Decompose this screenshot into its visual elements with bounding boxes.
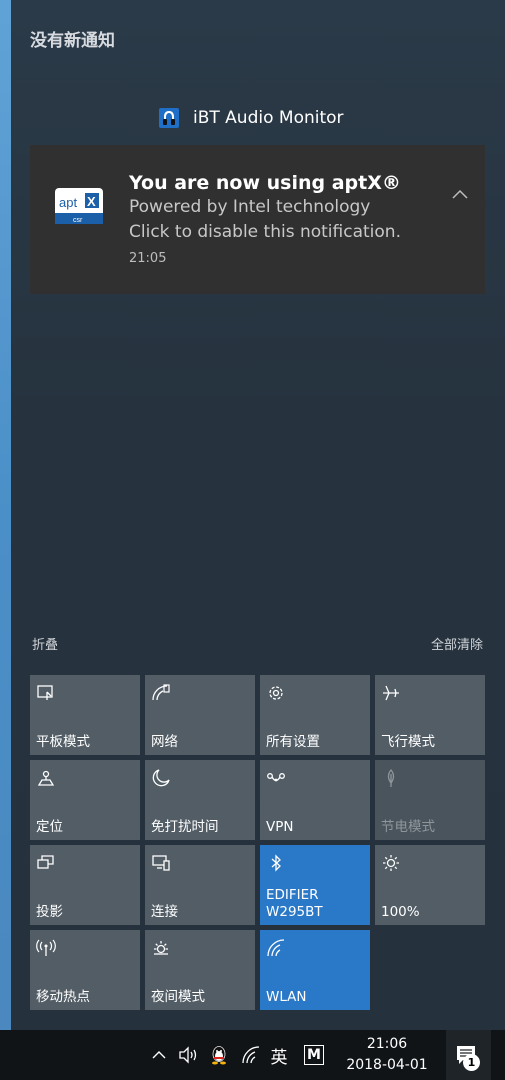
taskbar: 英 M 21:06 2018-04-01	[0, 1030, 505, 1080]
svg-text:X: X	[87, 194, 96, 209]
tile-label: 100%	[381, 904, 420, 920]
tile-project[interactable]: 投影	[30, 845, 140, 925]
tile-label: 定位	[36, 819, 63, 835]
qq-penguin-icon[interactable]	[208, 1045, 230, 1065]
tile-connect[interactable]: 连接	[145, 845, 255, 925]
bluetooth-icon	[266, 853, 286, 873]
tile-label: 平板模式	[36, 734, 90, 750]
audio-app-icon	[159, 108, 179, 128]
battery-saver-icon	[381, 768, 401, 788]
tile-vpn[interactable]: VPN	[260, 760, 370, 840]
volume-icon[interactable]	[177, 1045, 201, 1065]
tile-label: 所有设置	[266, 734, 320, 750]
tile-all-settings[interactable]: 所有设置	[260, 675, 370, 755]
tile-mobile-hotspot[interactable]: 移动热点	[30, 930, 140, 1010]
moon-icon	[151, 768, 171, 788]
m-tray-icon[interactable]: M	[302, 1045, 326, 1065]
tile-label: 夜间模式	[151, 989, 205, 1005]
night-light-icon	[151, 938, 171, 958]
wifi-icon	[266, 938, 286, 958]
wifi-tray-icon[interactable]	[240, 1045, 262, 1065]
notification-title: You are now using aptX®	[129, 172, 401, 194]
notification-line-1: Powered by Intel technology	[129, 197, 371, 217]
tile-battery-saver[interactable]: 节电模式	[375, 760, 485, 840]
tile-label: EDIFIER W295BT	[266, 887, 323, 920]
tile-location[interactable]: 定位	[30, 760, 140, 840]
notification-line-2: Click to disable this notification.	[129, 222, 401, 242]
desktop-edge	[0, 0, 11, 1030]
m-icon-glyph: M	[304, 1045, 324, 1065]
tile-wlan[interactable]: WLAN	[260, 930, 370, 1010]
quick-actions-grid: 平板模式 网络 所有设置 飞行模式 定位 免打扰时间 VPN 节电模式 投影 连…	[30, 675, 485, 1010]
notification-app-header[interactable]: iBT Audio Monitor	[159, 106, 344, 130]
connect-icon	[151, 853, 171, 873]
tile-label: 免打扰时间	[151, 819, 219, 835]
tile-label: 投影	[36, 904, 63, 920]
tile-label: 网络	[151, 734, 178, 750]
tile-brightness[interactable]: 100%	[375, 845, 485, 925]
tile-label: WLAN	[266, 989, 307, 1005]
tile-label: 飞行模式	[381, 734, 435, 750]
network-icon	[151, 683, 171, 703]
location-icon	[36, 768, 56, 788]
tile-label: 连接	[151, 904, 178, 920]
action-center-panel: 没有新通知 iBT Audio Monitor apt X csr You ar…	[11, 0, 505, 1030]
show-hidden-icons-chevron-icon[interactable]	[150, 1045, 168, 1065]
notification-count-badge: 1	[463, 1054, 480, 1071]
tile-night-light[interactable]: 夜间模式	[145, 930, 255, 1010]
tile-label: VPN	[266, 819, 294, 835]
clock-time: 21:06	[366, 1036, 408, 1052]
tile-tablet-mode[interactable]: 平板模式	[30, 675, 140, 755]
clock-date: 2018-04-01	[346, 1057, 428, 1073]
notification-body: You are now using aptX® Powered by Intel…	[129, 171, 449, 266]
settings-gear-icon	[266, 683, 286, 703]
svg-text:csr: csr	[73, 217, 83, 224]
tile-label: 节电模式	[381, 819, 435, 835]
tile-network[interactable]: 网络	[145, 675, 255, 755]
tablet-mode-icon	[36, 683, 56, 703]
tile-airplane-mode[interactable]: 飞行模式	[375, 675, 485, 755]
collapse-button[interactable]: 折叠	[32, 634, 58, 653]
notification-app-name: iBT Audio Monitor	[193, 108, 344, 128]
vpn-icon	[266, 768, 286, 788]
hotspot-icon	[36, 938, 56, 958]
ime-language-indicator[interactable]: 英	[267, 1045, 291, 1068]
svg-text:apt: apt	[59, 195, 77, 210]
tile-empty-slot	[375, 930, 485, 1010]
airplane-icon	[381, 683, 401, 703]
no-notifications-title: 没有新通知	[30, 31, 115, 51]
tile-bluetooth[interactable]: EDIFIER W295BT	[260, 845, 370, 925]
notification-time: 21:05	[129, 251, 167, 266]
clear-all-button[interactable]: 全部清除	[431, 634, 483, 653]
brightness-icon	[381, 853, 401, 873]
aptx-logo-icon: apt X csr	[54, 187, 104, 225]
taskbar-clock[interactable]: 21:06 2018-04-01	[342, 1034, 432, 1076]
tile-quiet-hours[interactable]: 免打扰时间	[145, 760, 255, 840]
project-icon	[36, 853, 56, 873]
chevron-up-icon[interactable]	[451, 185, 469, 199]
notification-card[interactable]: apt X csr You are now using aptX® Powere…	[30, 145, 485, 294]
tile-label: 移动热点	[36, 989, 90, 1005]
